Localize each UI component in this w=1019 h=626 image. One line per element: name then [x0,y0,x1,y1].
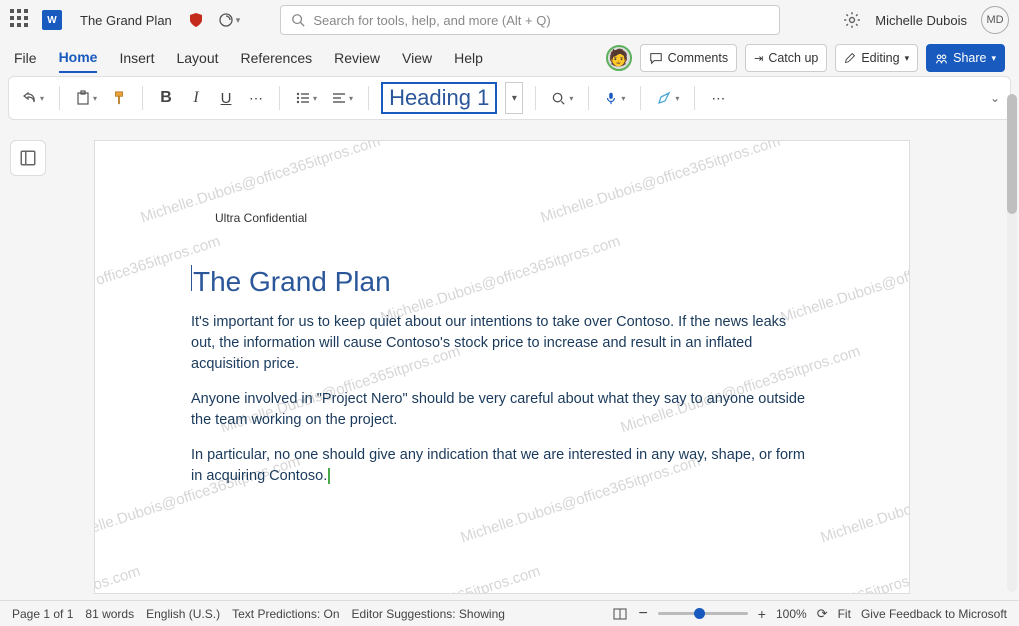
fit-icon[interactable]: ⟳ [817,606,828,622]
watermark: Michelle.Dubois@office365itpros.com [299,563,543,594]
document-canvas[interactable]: Michelle.Dubois@office365itpros.com Mich… [94,140,910,594]
comments-button[interactable]: Comments [640,44,737,72]
tab-references[interactable]: References [241,44,313,72]
document-paragraph[interactable]: In particular, no one should give any in… [191,445,813,487]
undo-button[interactable]: ▾ [19,83,47,113]
catch-up-button[interactable]: ⇥ Catch up [745,44,827,72]
bold-button[interactable]: B [155,83,177,113]
document-body[interactable]: Ultra Confidential The Grand Plan It's i… [95,141,909,487]
format-painter-button[interactable] [108,83,130,113]
word-count[interactable]: 81 words [85,607,134,621]
editor-suggestions-status[interactable]: Editor Suggestions: Showing [352,607,505,621]
zoom-level[interactable]: 100% [776,607,807,621]
status-bar: Page 1 of 1 81 words English (U.S.) Text… [0,600,1019,626]
catchup-icon: ⇥ [754,52,763,65]
presence-avatar[interactable]: 🧑 [606,45,632,71]
tab-help[interactable]: Help [454,44,483,72]
document-paragraph[interactable]: Anyone involved in "Project Nero" should… [191,389,813,431]
tab-review[interactable]: Review [334,44,380,72]
search-input[interactable]: Search for tools, help, and more (Alt + … [280,5,780,35]
watermark: Michelle.Dubois@office365itpros.com [94,563,142,594]
bullets-button[interactable]: ▾ [292,83,320,113]
reading-view-icon[interactable] [612,606,628,622]
more-commands-button[interactable]: ⋯ [707,83,729,113]
chevron-down-icon: ▾ [991,53,996,64]
dictate-button[interactable]: ▾ [601,83,628,113]
classification-label: Ultra Confidential [215,211,813,225]
word-app-icon: W [42,10,62,30]
paste-button[interactable]: ▾ [72,83,100,113]
text-cursor [328,468,330,484]
zoom-slider[interactable] [658,612,748,615]
text-predictions-status[interactable]: Text Predictions: On [232,607,339,621]
user-name[interactable]: Michelle Dubois [875,13,967,28]
settings-gear-icon[interactable] [843,11,861,29]
app-launcher-icon[interactable] [10,9,32,31]
vertical-scrollbar[interactable] [1007,94,1017,592]
title-bar: W The Grand Plan ▾ Search for tools, hel… [0,0,1019,40]
document-heading[interactable]: The Grand Plan [191,265,813,298]
search-icon [291,13,305,27]
editor-button[interactable]: ▾ [653,83,682,113]
editing-mode-button[interactable]: Editing ▾ [835,44,918,72]
share-icon [935,52,948,65]
italic-button[interactable]: I [185,83,207,113]
document-paragraph[interactable]: It's important for us to keep quiet abou… [191,312,813,375]
tab-view[interactable]: View [402,44,432,72]
feedback-link[interactable]: Give Feedback to Microsoft [861,607,1007,621]
style-picker[interactable]: Heading 1 [381,82,497,114]
fit-button[interactable]: Fit [838,607,851,621]
document-title[interactable]: The Grand Plan [80,13,172,28]
collapse-ribbon-button[interactable]: ⌄ [990,91,1000,105]
pencil-icon [844,52,856,64]
language-indicator[interactable]: English (U.S.) [146,607,220,621]
sensitivity-shield-icon[interactable] [188,12,204,28]
more-font-button[interactable]: ⋯ [245,83,267,113]
zoom-out-button[interactable]: − [638,605,647,623]
page-indicator[interactable]: Page 1 of 1 [12,607,73,621]
zoom-in-button[interactable]: + [758,606,766,622]
style-dropdown-button[interactable]: ▾ [505,82,523,114]
find-button[interactable]: ▾ [548,83,576,113]
tab-file[interactable]: File [14,44,37,72]
share-button[interactable]: Share ▾ [926,44,1005,72]
scrollbar-thumb[interactable] [1007,94,1017,214]
autosave-icon[interactable]: ▾ [218,12,241,28]
chevron-down-icon: ▾ [905,53,910,64]
zoom-slider-thumb[interactable] [694,608,705,619]
ribbon-tabs: File Home Insert Layout References Revie… [0,40,1019,76]
search-placeholder: Search for tools, help, and more (Alt + … [313,13,550,28]
tab-layout[interactable]: Layout [176,44,218,72]
tab-insert[interactable]: Insert [119,44,154,72]
ribbon-toolbar: ▾ ▾ B I U ⋯ ▾ ▾ Heading 1 ▾ ▾ ▾ ▾ ⋯ ⌄ [8,76,1011,120]
watermark: Michelle.Dubois@office365itpros.com [699,563,910,594]
user-avatar[interactable]: MD [981,6,1009,34]
align-button[interactable]: ▾ [328,83,356,113]
tab-home[interactable]: Home [59,43,98,73]
underline-button[interactable]: U [215,83,237,113]
comment-icon [649,51,663,65]
navigation-pane-button[interactable] [10,140,46,176]
